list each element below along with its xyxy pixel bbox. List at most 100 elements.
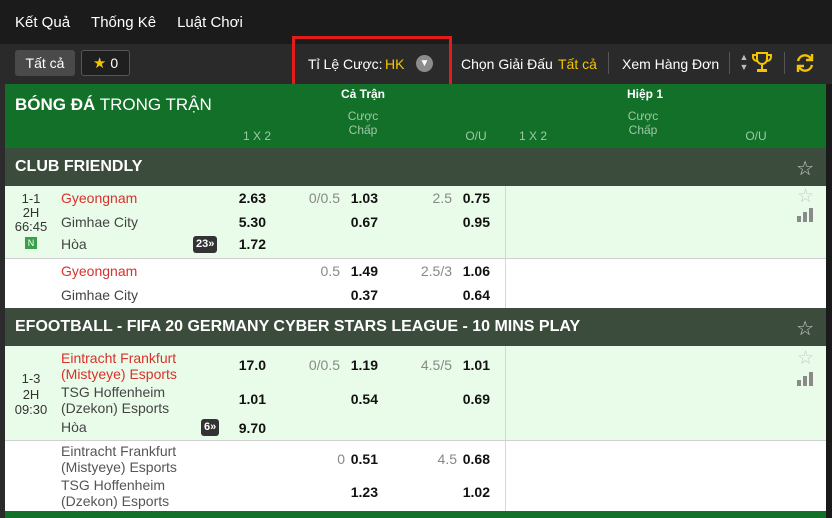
handicap-line: 0.5	[320, 263, 340, 279]
match-row-alt-line: Gyeongnam Gimhae City 0.5 1.49 0.37 2.5/…	[5, 259, 826, 308]
odd-under[interactable]: 0.64	[450, 287, 490, 303]
handicap-line: 0/0.5	[308, 357, 340, 373]
match-score: 1-1	[21, 191, 41, 206]
odd-handicap-away[interactable]: 0.54	[338, 391, 378, 407]
favorites-count: 0	[110, 55, 119, 71]
odd-over[interactable]: 0.75	[450, 190, 490, 206]
draw-label: Hòa	[61, 419, 87, 435]
home-team: Gyeongnam	[61, 190, 138, 206]
single-view-button[interactable]: Xem Hàng Đơn	[622, 56, 719, 72]
odd-handicap-home[interactable]: 1.03	[338, 190, 378, 206]
odd-over[interactable]: 1.01	[450, 357, 490, 373]
match-period: 2H	[22, 387, 40, 402]
favorites-button[interactable]: ★ 0	[81, 50, 130, 76]
odd-handicap-home[interactable]: 1.19	[338, 357, 378, 373]
match-row: 1-1 2H 66:45 N Gyeongnam Gimhae City Hòa…	[5, 186, 826, 258]
col-1x2-h1: 1 X 2	[518, 129, 548, 143]
choose-league-label[interactable]: Chọn Giải Đấu	[461, 56, 553, 72]
match-row: 1-3 2H 09:30 Eintracht Frankfurt (Mistye…	[5, 346, 826, 440]
star-outline-icon[interactable]: ☆	[796, 156, 814, 181]
col-handicap-2: Chấp	[348, 123, 378, 137]
odd-handicap-away[interactable]: 0.37	[338, 287, 378, 303]
odd-under[interactable]: 1.02	[450, 484, 490, 500]
odd-under[interactable]: 0.95	[450, 214, 490, 230]
refresh-icon[interactable]	[794, 52, 816, 74]
league-name: EFOOTBALL - FIFA 20 GERMANY CYBER STARS …	[15, 318, 581, 335]
odd-away-win[interactable]: 5.30	[226, 214, 266, 230]
col-ou: O/U	[465, 129, 487, 143]
full-match-title: Cả Trận	[341, 87, 386, 101]
col-handicap-1: Cược	[347, 109, 379, 123]
league-name: CLUB FRIENDLY	[15, 158, 143, 175]
divider	[505, 186, 506, 258]
nav-rules[interactable]: Luật Chơi	[177, 14, 243, 31]
ou-line: 4.5/5	[420, 357, 452, 373]
sport-title: BÓNG ĐÁ TRONG TRẬN	[15, 95, 212, 114]
chevron-down-icon[interactable]: ▼	[416, 55, 433, 72]
match-row-alt-line: Eintracht Frankfurt (Mistyeye) Esports T…	[5, 441, 826, 511]
odd-handicap-home[interactable]: 1.49	[338, 263, 378, 279]
odd-handicap-home[interactable]: 0.51	[338, 451, 378, 467]
away-team-line2: (Dzekon) Esports	[61, 400, 170, 416]
odd-home-win[interactable]: 2.63	[226, 190, 266, 206]
first-half-title: Hiệp 1	[627, 87, 664, 101]
divider	[505, 346, 506, 440]
market-header: BÓNG ĐÁ TRONG TRẬN Cả Trận Hiệp 1 1 X 2 …	[5, 84, 826, 148]
neutral-badge: N	[25, 237, 37, 249]
scrollbar[interactable]	[826, 84, 832, 518]
home-team-line2: (Mistyeye) Esports	[61, 366, 177, 382]
star-outline-icon[interactable]: ☆	[797, 185, 814, 208]
league-header[interactable]: CLUB FRIENDLY ☆	[5, 148, 826, 186]
draw-label: Hòa	[61, 236, 87, 252]
match-score: 1-3	[21, 371, 41, 386]
odd-home-win[interactable]: 17.0	[226, 357, 266, 373]
col-1x2: 1 X 2	[242, 129, 272, 143]
match-time: 09:30	[14, 402, 48, 417]
col-handicap-h1-2: Chấp	[628, 123, 658, 137]
nav-results[interactable]: Kết Quả	[15, 14, 70, 31]
home-team-line1: Eintracht Frankfurt	[61, 443, 177, 459]
odd-over[interactable]: 0.68	[450, 451, 490, 467]
home-team-line1: Eintracht Frankfurt	[61, 350, 177, 366]
sort-icon[interactable]: ▲ ▼	[738, 52, 750, 74]
divider	[729, 52, 730, 74]
match-period: 2H	[22, 205, 40, 220]
star-outline-icon[interactable]: ☆	[797, 347, 814, 370]
col-handicap-h1-1: Cược	[627, 109, 659, 123]
divider	[505, 441, 506, 511]
away-team: Gimhae City	[61, 214, 139, 230]
away-team-line2: (Dzekon) Esports	[61, 493, 170, 509]
odd-away-win[interactable]: 1.01	[226, 391, 266, 407]
star-outline-icon[interactable]: ☆	[796, 316, 814, 341]
match-time: 66:45	[14, 219, 48, 234]
choose-league-value[interactable]: Tất cả	[558, 56, 597, 72]
away-team-line1: TSG Hoffenheim	[61, 477, 166, 493]
stats-icon[interactable]	[797, 208, 813, 222]
home-team-line2: (Mistyeye) Esports	[61, 459, 177, 475]
odd-handicap-away[interactable]: 1.23	[338, 484, 378, 500]
divider	[784, 52, 785, 74]
more-markets-button[interactable]: 6»	[201, 419, 220, 436]
away-team: Gimhae City	[61, 287, 139, 303]
odd-under[interactable]: 0.69	[450, 391, 490, 407]
star-icon: ★	[92, 55, 107, 72]
trophy-icon[interactable]	[752, 51, 772, 75]
divider	[505, 259, 506, 308]
odd-over[interactable]: 1.06	[450, 263, 490, 279]
ou-line: 2.5	[432, 190, 452, 206]
odds-type-label: Tỉ Lệ Cược:	[308, 56, 383, 72]
odd-handicap-away[interactable]: 0.67	[338, 214, 378, 230]
odd-draw[interactable]: 9.70	[226, 420, 266, 436]
nav-statistics[interactable]: Thống Kê	[91, 14, 156, 31]
toolbar: Tất cả ★ 0 Tỉ Lệ Cược: HK ▼ Chọn Giải Đấ…	[0, 36, 832, 88]
away-team-line1: TSG Hoffenheim	[61, 384, 166, 400]
home-team: Gyeongnam	[61, 263, 138, 279]
stats-icon[interactable]	[797, 372, 813, 386]
more-markets-button[interactable]: 23»	[193, 236, 218, 253]
col-ou-h1: O/U	[745, 129, 767, 143]
odd-draw[interactable]: 1.72	[226, 236, 266, 252]
divider	[608, 52, 609, 74]
all-filter-button[interactable]: Tất cả	[15, 50, 75, 76]
odds-type-value[interactable]: HK	[385, 56, 404, 72]
league-header[interactable]: EFOOTBALL - FIFA 20 GERMANY CYBER STARS …	[5, 308, 826, 346]
